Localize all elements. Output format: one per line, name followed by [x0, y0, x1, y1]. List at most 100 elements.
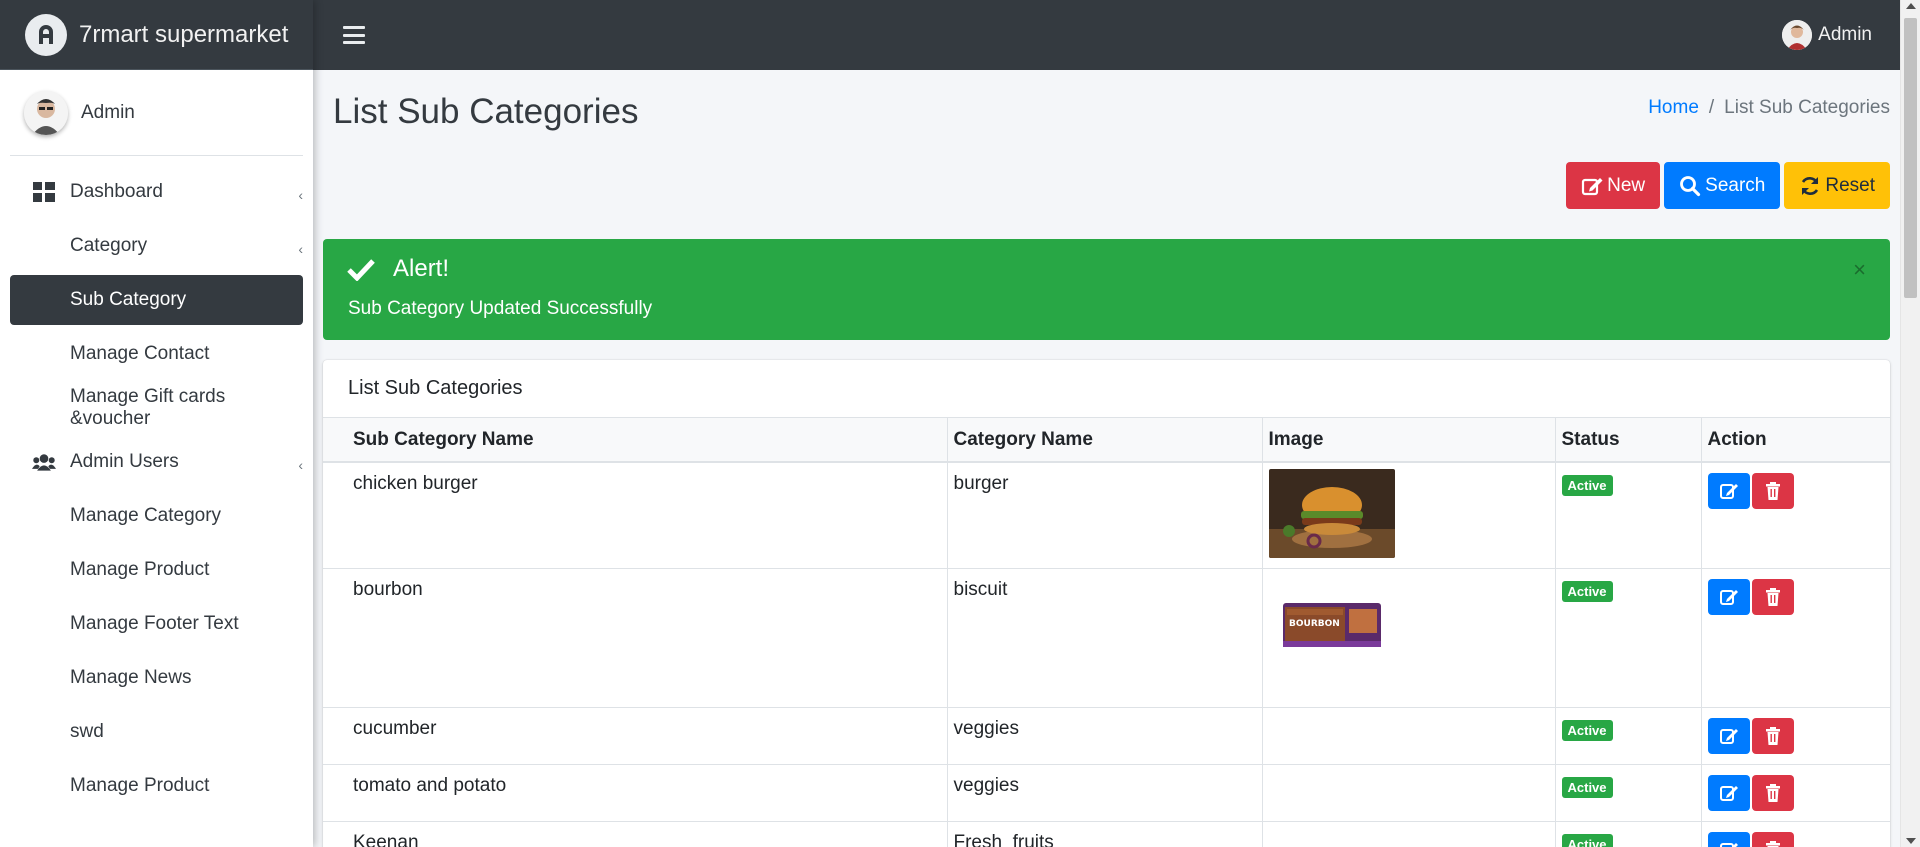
sidebar-item-manage-product-2[interactable]: Manage Product: [10, 761, 303, 811]
edit-icon: [1719, 484, 1738, 499]
sidebar-item-label: Manage Product: [70, 559, 210, 580]
chevron-left-icon: ‹: [298, 187, 303, 203]
sidebar-item-manage-news[interactable]: Manage News: [10, 653, 303, 703]
grid-icon: [33, 182, 55, 202]
sidebar-item-label: Manage News: [70, 667, 192, 688]
scrollbar-thumb[interactable]: [1904, 18, 1917, 298]
alert-title: Alert!: [393, 255, 450, 282]
edit-icon: [1582, 177, 1603, 195]
trash-icon: [1765, 727, 1780, 745]
edit-button[interactable]: [1707, 832, 1750, 847]
sidebar-item-manage-footer-text[interactable]: Manage Footer Text: [10, 599, 303, 649]
sub-category-table: Sub Category Name Category Name Image St…: [323, 418, 1890, 847]
edit-button[interactable]: [1707, 718, 1750, 754]
table-row: cucumber veggies Active: [323, 707, 1890, 765]
sidebar-item-dashboard[interactable]: Dashboard ‹: [10, 167, 303, 217]
sidebar-item-sub-category[interactable]: Sub Category: [10, 275, 303, 325]
sub-category-name: cucumber: [323, 707, 948, 765]
scroll-up-icon[interactable]: [1906, 3, 1916, 9]
table-row: bourbon biscuit BOURBON Active: [323, 568, 1890, 708]
sidebar-item-manage-gift-cards[interactable]: Manage Gift cards &voucher: [10, 383, 303, 433]
new-button-label: New: [1607, 174, 1646, 196]
status-cell: Active: [1555, 461, 1702, 569]
sub-category-name: Keenan: [323, 821, 948, 847]
sidebar-nav: Dashboard ‹ Category ‹ Sub Category Mana…: [0, 156, 313, 811]
image-cell: [1262, 764, 1556, 822]
top-navbar: Admin: [313, 0, 1900, 70]
edit-button[interactable]: [1707, 473, 1750, 509]
user-menu[interactable]: Admin: [1782, 20, 1872, 50]
search-button-label: Search: [1705, 174, 1766, 196]
users-icon: [32, 454, 56, 471]
edit-icon: [1719, 786, 1738, 801]
sub-category-name: chicken burger: [323, 461, 948, 569]
sub-category-name: tomato and potato: [323, 764, 948, 822]
edit-button[interactable]: [1707, 775, 1750, 811]
sidebar-item-admin-users[interactable]: Admin Users ‹: [10, 437, 303, 487]
breadcrumb-home-link[interactable]: Home: [1648, 97, 1699, 119]
search-icon: [1680, 175, 1701, 196]
column-header: Image: [1262, 418, 1556, 463]
new-button[interactable]: New: [1566, 162, 1661, 209]
close-icon[interactable]: ×: [1853, 257, 1866, 283]
action-buttons: New Search Reset: [1566, 162, 1890, 209]
table-header-row: Sub Category Name Category Name Image St…: [323, 418, 1890, 463]
breadcrumb-current: List Sub Categories: [1724, 97, 1890, 118]
top-user-name: Admin: [1818, 24, 1872, 45]
sidebar-item-manage-category[interactable]: Manage Category: [10, 491, 303, 541]
sidebar-item-label: swd: [70, 721, 104, 742]
action-cell: [1701, 707, 1890, 765]
burger-image: [1268, 469, 1395, 558]
status-badge: Active: [1561, 720, 1613, 741]
reset-button[interactable]: Reset: [1784, 162, 1890, 209]
edit-icon: [1719, 843, 1738, 847]
column-header: Action: [1701, 418, 1890, 463]
sidebar-item-swd[interactable]: swd: [10, 707, 303, 757]
breadcrumb-separator: /: [1708, 97, 1715, 118]
biscuit-image: BOURBON: [1278, 593, 1549, 657]
alert-message: Sub Category Updated Successfully: [348, 298, 653, 319]
delete-button[interactable]: [1751, 832, 1794, 847]
scroll-down-icon[interactable]: [1906, 838, 1916, 844]
image-cell: [1262, 821, 1556, 847]
column-header: Status: [1555, 418, 1702, 463]
page-title: List Sub Categories: [333, 92, 639, 131]
column-header: Category Name: [947, 418, 1263, 463]
status-badge: Active: [1561, 581, 1613, 602]
table-row: Keenan Fresh_fruits Active: [323, 821, 1890, 847]
sidebar-item-manage-contact[interactable]: Manage Contact: [10, 329, 303, 379]
edit-icon: [1719, 590, 1738, 605]
brand-name: 7rmart supermarket: [79, 20, 289, 48]
status-badge: Active: [1561, 834, 1613, 847]
sidebar-item-label: Sub Category: [70, 289, 187, 310]
sidebar-item-label: Manage Footer Text: [70, 613, 239, 634]
delete-button[interactable]: [1751, 473, 1794, 509]
avatar: [24, 90, 68, 135]
sidebar-user-panel[interactable]: Admin: [10, 70, 303, 156]
sidebar: 7rmart supermarket Admin Dashboard ‹ Cat…: [0, 0, 313, 847]
delete-button[interactable]: [1751, 579, 1794, 615]
delete-button[interactable]: [1751, 775, 1794, 811]
brand-link[interactable]: 7rmart supermarket: [0, 0, 313, 70]
main-content: List Sub Categories Home / List Sub Cate…: [313, 70, 1900, 847]
sidebar-item-label: Manage Product: [70, 775, 210, 796]
category-name: Fresh_fruits: [947, 821, 1263, 847]
action-cell: [1701, 461, 1890, 569]
trash-icon: [1765, 588, 1780, 606]
sidebar-item-category[interactable]: Category ‹: [10, 221, 303, 271]
status-cell: Active: [1555, 568, 1702, 708]
sidebar-item-manage-product[interactable]: Manage Product: [10, 545, 303, 595]
category-name: veggies: [947, 707, 1263, 765]
success-alert: Alert! Sub Category Updated Successfully…: [323, 239, 1890, 340]
edit-button[interactable]: [1707, 579, 1750, 615]
chevron-left-icon: ‹: [298, 457, 303, 473]
page-scrollbar[interactable]: [1900, 0, 1920, 847]
delete-button[interactable]: [1751, 718, 1794, 754]
menu-toggle-icon[interactable]: [343, 26, 365, 44]
action-cell: [1701, 821, 1890, 847]
action-cell: [1701, 764, 1890, 822]
search-button[interactable]: Search: [1664, 162, 1781, 209]
svg-text:BOURBON: BOURBON: [1289, 619, 1340, 629]
brand-logo-icon: [25, 13, 67, 56]
sidebar-item-label: Category: [70, 235, 148, 256]
